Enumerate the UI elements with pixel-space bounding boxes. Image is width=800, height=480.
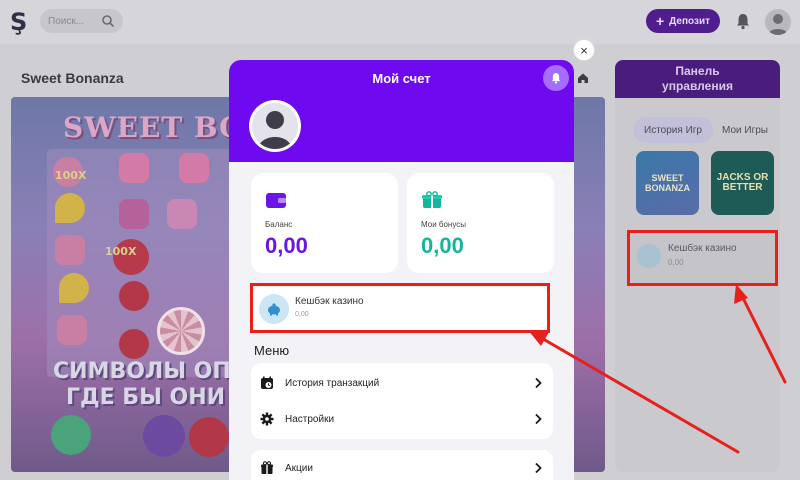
banana-symbol — [59, 273, 89, 303]
thumbnail-line-2: BETTER — [722, 182, 763, 193]
user-silhouette-icon — [258, 111, 292, 149]
gift-icon — [261, 461, 273, 474]
balance-label: Баланс — [265, 220, 293, 229]
game-title: Sweet Bonanza — [21, 70, 124, 86]
search-icon[interactable] — [101, 14, 115, 28]
menu-item-label: История транзакций — [285, 377, 380, 389]
tab-my-games[interactable]: Мои Игры — [717, 117, 773, 143]
grape-symbol — [143, 415, 185, 457]
menu-item-promotions[interactable]: Акции — [251, 450, 553, 480]
modal-title: Мой счет — [372, 71, 431, 86]
control-panel-header: Панель управления — [615, 60, 780, 98]
apple-symbol — [189, 417, 229, 457]
game-thumbnail-sweet-bonanza[interactable]: SWEET BONANZA — [636, 151, 699, 215]
site-logo[interactable]: Ş — [10, 8, 27, 36]
heart-symbol — [119, 281, 149, 311]
balance-value: 0,00 — [265, 233, 308, 258]
candy-symbol — [51, 415, 91, 455]
candy-symbol — [57, 315, 87, 345]
heart-symbol — [119, 329, 149, 359]
slot-reels — [47, 149, 237, 377]
candy-symbol — [179, 153, 209, 183]
bonuses-label: Мои бонусы — [421, 220, 467, 229]
history-icon — [261, 376, 273, 389]
search-box[interactable] — [40, 9, 123, 33]
menu-list: История транзакций Настройки — [251, 363, 553, 439]
game-thumbnail-jacks-or-better[interactable]: JACKS OR BETTER — [711, 151, 774, 215]
deposit-button[interactable]: + Депозит — [646, 9, 720, 33]
multiplier-badge: 100X — [105, 245, 137, 258]
menu-item-settings[interactable]: Настройки — [251, 401, 553, 437]
chevron-right-icon — [535, 413, 542, 425]
thumbnail-line-1: SWEET — [651, 173, 684, 183]
menu-item-transaction-history[interactable]: История транзакций — [251, 365, 553, 401]
user-silhouette-icon — [768, 14, 788, 35]
plus-icon: + — [655, 13, 665, 29]
menu-title: Меню — [254, 343, 290, 358]
banana-symbol — [55, 193, 85, 223]
search-input[interactable] — [48, 13, 100, 29]
chevron-right-icon — [535, 377, 542, 389]
notification-bell-icon[interactable] — [733, 11, 753, 31]
wallet-icon — [266, 193, 286, 208]
control-panel-tabs: История Игр Мои Игры — [633, 117, 783, 143]
gear-icon — [260, 412, 274, 426]
multiplier-badge: 100X — [55, 169, 87, 182]
menu-item-label: Настройки — [285, 413, 335, 425]
lollipop-symbol — [157, 307, 205, 355]
modal-notification-button[interactable] — [543, 65, 569, 91]
modal-close-button[interactable]: × — [573, 39, 595, 61]
user-avatar[interactable] — [765, 9, 791, 35]
gift-icon — [422, 191, 442, 208]
menu-list-secondary: Акции — [251, 450, 553, 480]
candy-symbol — [119, 153, 149, 183]
control-panel-title-line-2: управления — [662, 79, 733, 93]
tab-game-history[interactable]: История Игр — [633, 117, 713, 143]
deposit-label: Депозит — [669, 15, 711, 27]
modal-header: Мой счет — [229, 60, 574, 162]
notification-bell-icon — [551, 73, 561, 84]
account-modal: Мой счет Баланс 0,00 Мои бонусы 0,00 Кеш… — [229, 60, 574, 480]
candy-symbol — [55, 235, 85, 265]
balance-card[interactable]: Баланс 0,00 — [251, 173, 398, 273]
menu-item-label: Акции — [285, 462, 313, 474]
thumbnail-line-2: BONANZA — [645, 183, 690, 193]
annotation-highlight-panel-cashback — [627, 230, 778, 286]
candy-symbol — [167, 199, 197, 229]
bonuses-card[interactable]: Мои бонусы 0,00 — [407, 173, 554, 273]
profile-avatar[interactable] — [249, 100, 301, 152]
home-icon[interactable] — [577, 72, 589, 84]
control-panel-title-line-1: Панель — [675, 64, 720, 78]
candy-symbol — [119, 199, 149, 229]
top-bar: Ş + Депозит — [0, 0, 800, 44]
annotation-highlight-modal-cashback — [250, 283, 550, 333]
bonuses-value: 0,00 — [421, 233, 464, 258]
chevron-right-icon — [535, 462, 542, 474]
